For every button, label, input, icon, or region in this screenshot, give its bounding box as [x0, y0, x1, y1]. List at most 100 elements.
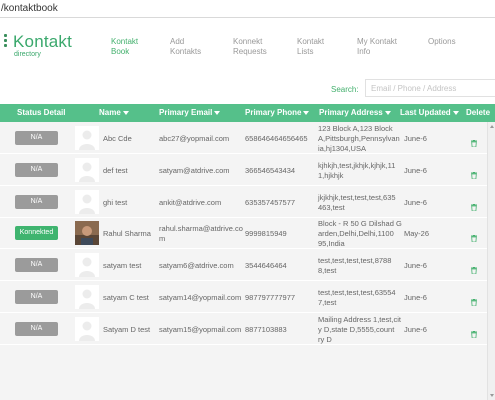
- text-line: test,test,test,test,8788: [318, 256, 392, 266]
- text-line: 7,test: [318, 298, 337, 307]
- contact-email: satyam15@yopmail.com: [159, 324, 242, 334]
- table-row[interactable]: N/A Abc Cde abc27@yopmail.com 6586464646564…: [0, 122, 487, 154]
- contact-name[interactable]: satyam C test: [103, 293, 149, 303]
- sort-caret-icon: [452, 110, 459, 115]
- sort-caret-icon: [303, 110, 310, 115]
- nav-item-my-kontakt-info[interactable]: My Kontakt Info: [357, 37, 417, 57]
- contact-name[interactable]: ghi test: [103, 198, 127, 208]
- search-input[interactable]: [365, 79, 495, 97]
- col-delete: Delete: [466, 108, 491, 117]
- sort-caret-icon: [214, 110, 221, 115]
- contact-email: abc27@yopmail.com: [159, 134, 230, 143]
- trash-icon[interactable]: [471, 229, 477, 243]
- table-row[interactable]: N/A satyam test satyam6@atdrive.com 3544646…: [0, 249, 487, 282]
- contact-address: Mailing Address 1,test,cit y D,state D,55…: [318, 315, 402, 345]
- scroll-up-icon[interactable]: [490, 125, 494, 128]
- contact-address: test,test,test,test,63554 7,test: [318, 288, 402, 308]
- brand-subtitle: directory: [14, 51, 41, 58]
- text-line: Block - R 50 G Dilshad G: [318, 219, 402, 229]
- status-button[interactable]: N/A: [15, 290, 58, 304]
- table-row[interactable]: N/A Satyam D test satyam15@yopmail.com 8877…: [0, 313, 487, 345]
- trash-icon[interactable]: [471, 325, 477, 339]
- text-line: 123 Block A,123 Block: [318, 124, 393, 133]
- text-line: arden,Delhi,Delhi,1100: [318, 229, 394, 239]
- table-row[interactable]: N/A satyam C test satyam14@yopmail.com 9877…: [0, 281, 487, 313]
- avatar-placeholder-icon: [75, 316, 99, 341]
- nav-item-konnekt-requests[interactable]: Konnekt Requests: [233, 37, 293, 57]
- trash-icon[interactable]: [471, 134, 477, 148]
- trash-icon[interactable]: [471, 198, 477, 211]
- nav-label-line1: Kontakt: [111, 37, 139, 46]
- contact-address: kjhkjh,test,jkhjk,kjhjk,11 1,hjkhjk: [318, 161, 402, 181]
- nav-item-kontakt-lists[interactable]: Kontakt Lists: [297, 37, 357, 57]
- scroll-down-icon[interactable]: [490, 394, 494, 397]
- contact-name[interactable]: satyam test: [103, 261, 141, 271]
- col-primary-address[interactable]: Primary Address: [319, 108, 391, 117]
- status-button[interactable]: N/A: [15, 321, 58, 336]
- status-button[interactable]: N/A: [15, 194, 58, 209]
- status-button[interactable]: N/A: [15, 131, 58, 145]
- table-row[interactable]: Konnekted Rahul Sharma rahul.sharma@atdriv…: [0, 217, 487, 250]
- nav-label-line2: Kontakts: [170, 47, 202, 56]
- nav-label-line1: Konnekt: [233, 37, 263, 46]
- contact-address: test,test,test,test,8788 8,test: [318, 256, 402, 276]
- avatar-placeholder-icon: [75, 157, 99, 182]
- trash-icon[interactable]: [471, 166, 477, 180]
- nav-label-line1: Kontakt: [297, 37, 325, 46]
- contact-email: rahul.sharma@atdrive.co m: [159, 224, 245, 244]
- col-primary-email[interactable]: Primary Email: [159, 108, 221, 117]
- contact-phone: 3544646464: [245, 261, 287, 271]
- status-button[interactable]: N/A: [15, 162, 58, 177]
- avatar-placeholder-icon: [75, 189, 99, 214]
- table-row[interactable]: N/A def test satyam@atdrive.com 36654654343…: [0, 154, 487, 186]
- text-line: 463,test: [318, 202, 345, 212]
- sort-caret-icon: [122, 110, 129, 115]
- sort-caret-icon: [384, 110, 391, 115]
- nav-label-line1: My Kontakt: [357, 37, 398, 46]
- last-updated: June-6: [404, 324, 427, 334]
- text-line: ia,hj1304,USA: [318, 144, 366, 153]
- table-row[interactable]: N/A ghi test ankit@atdrive.com 635357457577…: [0, 186, 487, 218]
- nav-label-line2: Lists: [297, 47, 314, 56]
- nav-item-kontakt-book[interactable]: Kontakt Book: [111, 37, 171, 57]
- text-line: kjhkjh,test,jkhjk,kjhjk,11: [318, 160, 396, 170]
- col-name[interactable]: Name: [99, 108, 129, 117]
- nav-label-line1: Options: [428, 37, 456, 46]
- search-label: Search:: [331, 85, 359, 94]
- last-updated: June-6: [404, 197, 427, 207]
- contact-name[interactable]: def test: [103, 166, 128, 176]
- text-line: jkjkhjk,test,test,test,635: [318, 192, 396, 202]
- text-line: A,Pittsburgh,Pennsylvan: [318, 134, 400, 143]
- last-updated: June-6: [404, 293, 427, 302]
- trash-icon[interactable]: [471, 261, 477, 275]
- contact-email: satyam14@yopmail.com: [159, 293, 242, 302]
- nav-item-add-kontakts[interactable]: Add Kontakts: [170, 37, 230, 57]
- contact-name[interactable]: Rahul Sharma: [103, 229, 151, 239]
- last-updated: May-26: [404, 229, 430, 239]
- status-button[interactable]: Konnekted: [15, 226, 58, 241]
- brand-title: Kontakt: [13, 32, 73, 51]
- text-line: y D,state D,5555,count: [318, 324, 395, 334]
- nav-label-line2: Requests: [233, 47, 267, 56]
- table-scrollbar[interactable]: [487, 122, 495, 400]
- contact-name[interactable]: Abc Cde: [103, 134, 132, 144]
- text-line: 95,India: [318, 239, 345, 249]
- contact-phone: 635357457577: [245, 197, 296, 207]
- contact-phone: 987797777977: [245, 293, 296, 302]
- contact-email: satyam@atdrive.com: [159, 165, 230, 175]
- avatar-placeholder-icon: [75, 253, 99, 278]
- col-last-updated[interactable]: Last Updated: [400, 108, 459, 117]
- contact-name[interactable]: Satyam D test: [103, 325, 150, 335]
- avatar-placeholder-icon: [75, 126, 99, 150]
- avatar-placeholder-icon: [75, 285, 99, 309]
- trash-icon[interactable]: [471, 293, 477, 307]
- last-updated: June-6: [404, 261, 427, 271]
- text-line: ry D: [318, 334, 332, 344]
- avatar-photo: [75, 221, 99, 246]
- nav-label-line2: Book: [111, 47, 130, 56]
- text-line: rahul.sharma@atdrive.co: [159, 224, 243, 234]
- col-primary-phone[interactable]: Primary Phone: [245, 108, 310, 117]
- status-button[interactable]: N/A: [15, 258, 58, 273]
- address-bar[interactable]: /kontaktbook: [0, 0, 495, 18]
- nav-item-options[interactable]: Options: [428, 37, 488, 47]
